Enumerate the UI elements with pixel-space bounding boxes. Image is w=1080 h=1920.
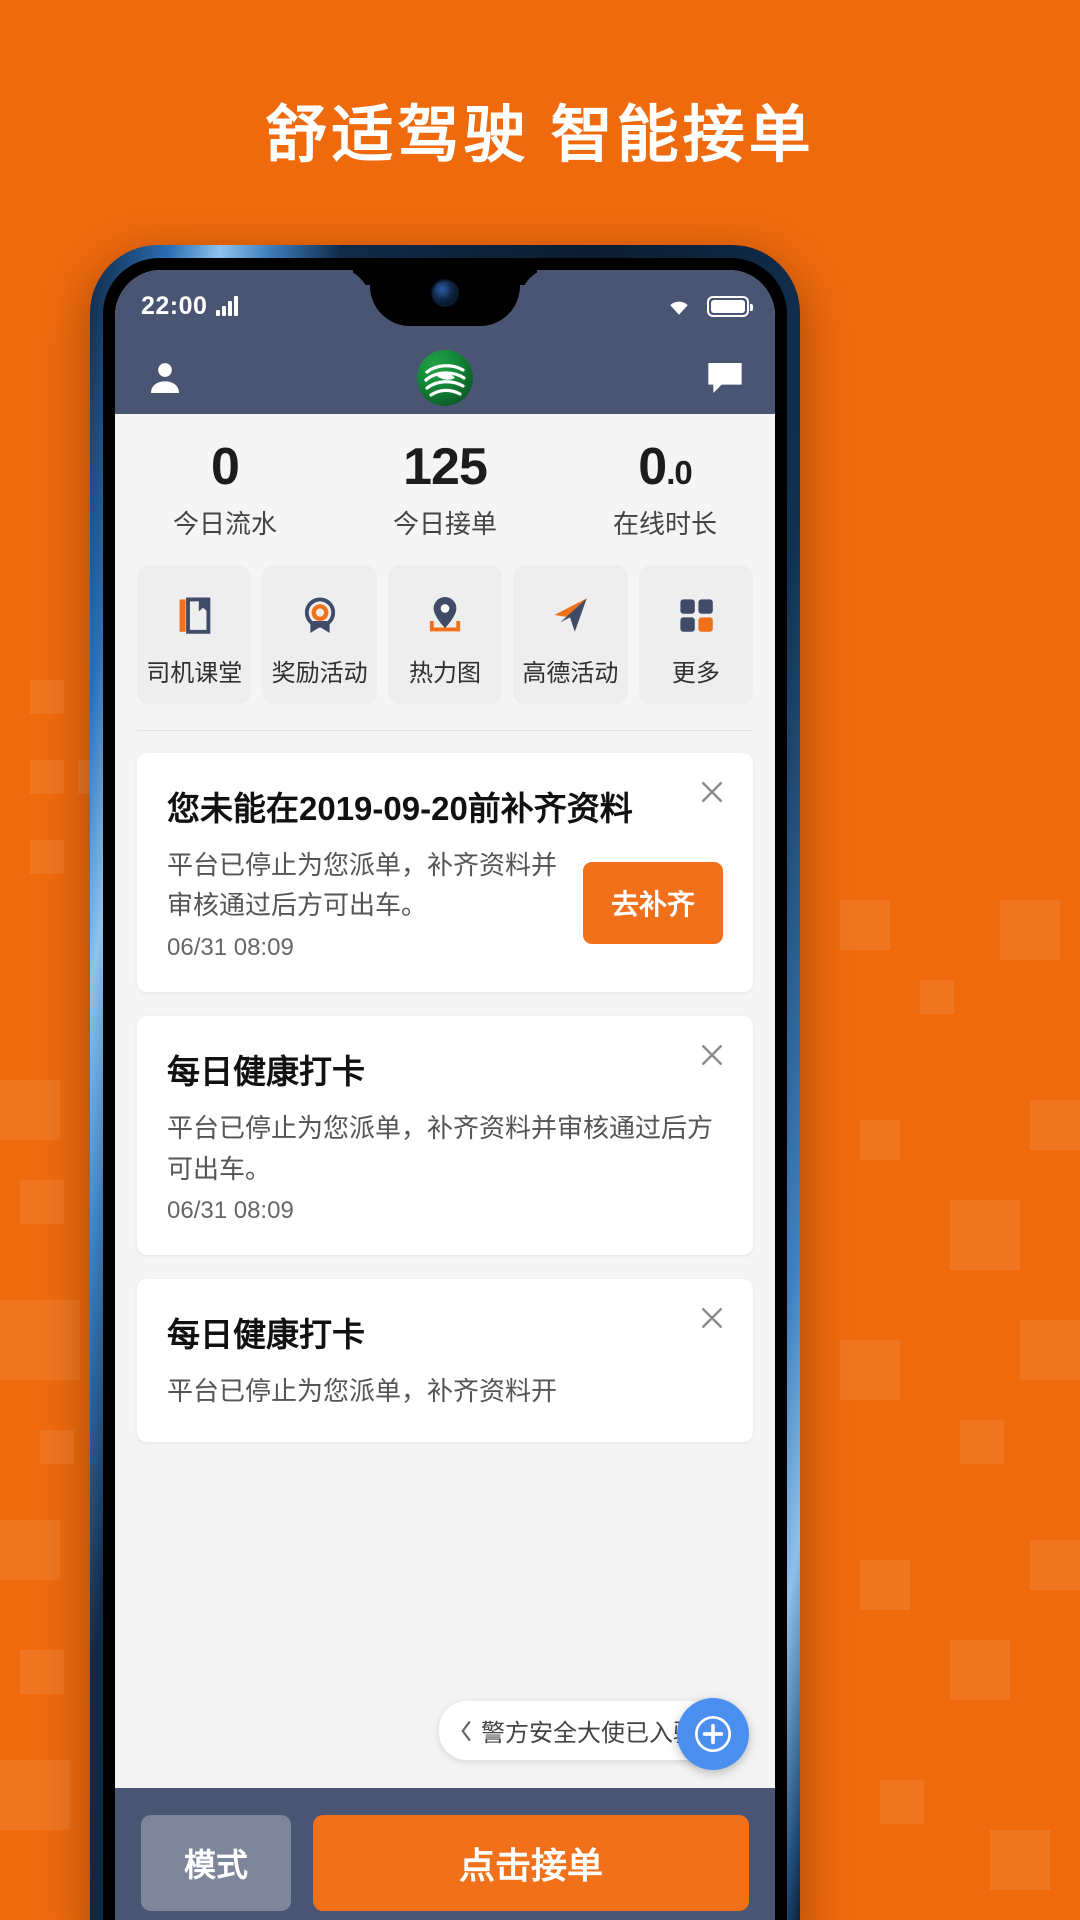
quick-action-label: 奖励活动 [271, 659, 368, 687]
close-icon[interactable] [697, 1040, 727, 1070]
page-title: 舒适驾驶 智能接单 [265, 101, 815, 170]
app-header [115, 342, 775, 414]
status-time: 22:00 [141, 291, 208, 320]
close-icon[interactable] [697, 1303, 727, 1333]
medal-icon [262, 587, 376, 643]
stat-label: 今日接单 [392, 508, 497, 539]
accept-order-button[interactable]: 点击接单 [313, 1815, 749, 1911]
notch [370, 270, 520, 326]
card-timestamp: 06/31 08:09 [167, 933, 294, 961]
stat-value: 125 [403, 438, 488, 496]
phone-screen: 22:00 0 今日流水 125 今日接单 0.0 在线时长 司机课堂 奖励活动… [115, 270, 775, 1920]
book-icon [137, 587, 251, 643]
notification-feed: 您未能在2019-09-20前补齐资料 平台已停止为您派单，补齐资料并审核通过后… [115, 730, 775, 1442]
card-description: 平台已停止为您派单，补齐资料并审核通过后方可出车。 [167, 1113, 714, 1184]
bottom-action-bar: 模式 点击接单 [115, 1788, 775, 1920]
app-logo-icon [417, 350, 473, 406]
quick-action-more[interactable]: 更多 [638, 564, 754, 704]
quick-action-label: 高德活动 [522, 659, 619, 687]
battery-full-icon [707, 295, 753, 317]
card-title: 您未能在2019-09-20前补齐资料 [167, 789, 633, 827]
quick-action-heatmap[interactable]: 热力图 [387, 564, 503, 704]
quick-actions-row: 司机课堂 奖励活动 热力图 高德活动 更多 [115, 564, 775, 730]
quick-action-label: 司机课堂 [146, 659, 243, 687]
card-description: 平台已停止为您派单，补齐资料开 [167, 1376, 558, 1407]
card-cta-button[interactable]: 去补齐 [582, 862, 723, 945]
notification-card[interactable]: 每日健康打卡 平台已停止为您派单，补齐资料开 [137, 1278, 753, 1442]
stat-label: 在线时长 [612, 508, 717, 539]
notification-card[interactable]: 每日健康打卡 平台已停止为您派单，补齐资料并审核通过后方可出车。 06/31 0… [137, 1015, 753, 1255]
quick-action-label: 更多 [671, 659, 720, 687]
stat-item[interactable]: 0 今日流水 [115, 440, 335, 541]
quick-action-rewards[interactable]: 奖励活动 [262, 564, 377, 704]
signal-bars-icon [216, 296, 239, 316]
stat-item[interactable]: 125 今日接单 [335, 440, 555, 541]
message-icon[interactable] [705, 359, 745, 397]
stat-value: 0 [211, 438, 240, 496]
card-timestamp: 06/31 08:09 [167, 1196, 294, 1224]
stat-value: 0 [638, 438, 667, 496]
notification-card[interactable]: 您未能在2019-09-20前补齐资料 平台已停止为您派单，补齐资料并审核通过后… [137, 752, 753, 992]
heatmap-pin-icon [388, 587, 502, 643]
front-camera-icon [433, 281, 457, 305]
paper-plane-icon [513, 587, 627, 643]
stat-item[interactable]: 0.0 在线时长 [555, 440, 775, 541]
stats-row: 0 今日流水 125 今日接单 0.0 在线时长 [115, 414, 775, 565]
stat-label: 今日流水 [172, 508, 277, 539]
close-icon[interactable] [697, 777, 727, 807]
wifi-icon [670, 301, 688, 315]
card-description: 平台已停止为您派单，补齐资料并审核通过后方可出车。 [167, 850, 558, 921]
card-title: 每日健康打卡 [167, 1052, 365, 1090]
quick-action-amap-activity[interactable]: 高德活动 [513, 564, 628, 704]
plus-circle-icon[interactable] [677, 1698, 749, 1770]
quick-action-label: 热力图 [409, 659, 482, 687]
card-title: 每日健康打卡 [167, 1315, 365, 1353]
person-icon[interactable] [145, 358, 185, 398]
grid-more-icon [639, 587, 753, 643]
stat-decimal: .0 [666, 454, 693, 491]
phone-mockup: 22:00 0 今日流水 125 今日接单 0.0 在线时长 司机课堂 奖励活动… [90, 245, 800, 1920]
police-pill-label: 警方安全大使已入驻 [481, 1720, 697, 1747]
mode-button[interactable]: 模式 [141, 1815, 291, 1911]
quick-action-driver-class[interactable]: 司机课堂 [137, 564, 252, 704]
chevron-left-icon [461, 1720, 471, 1741]
